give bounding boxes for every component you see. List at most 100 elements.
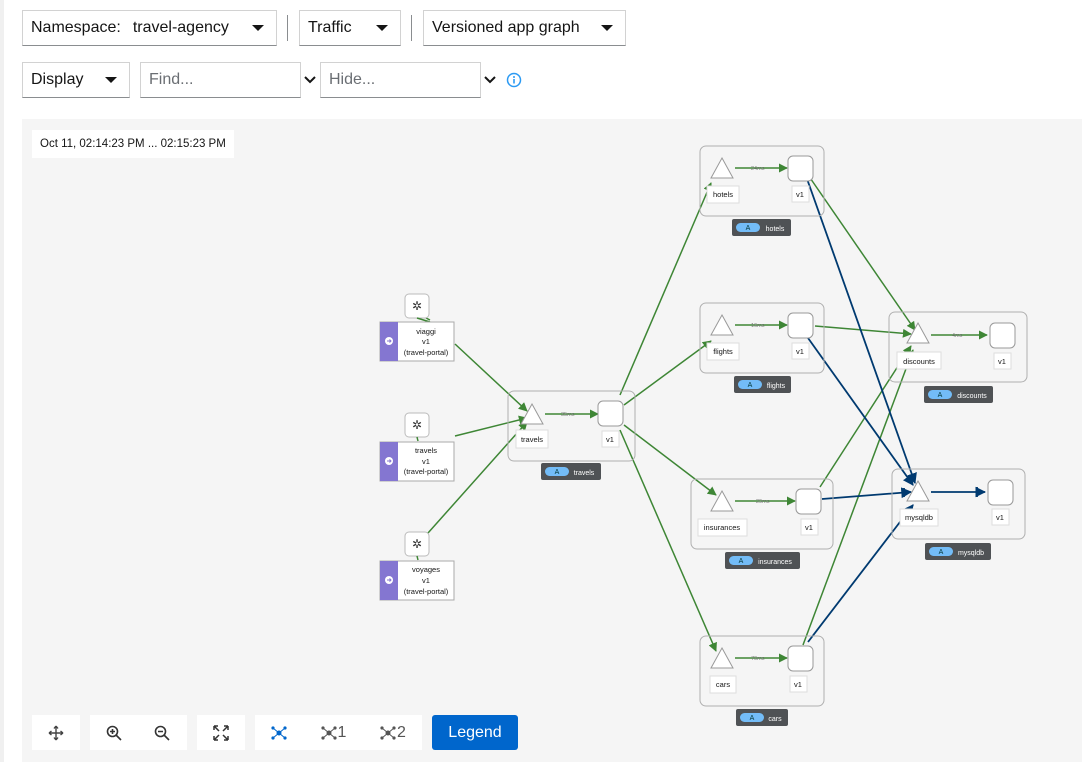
workload-square-icon — [787, 155, 814, 182]
edge-label-flights: 16ms — [751, 323, 765, 329]
edge-cars-mysqldb[interactable] — [807, 504, 914, 643]
tcp-edges — [805, 175, 987, 643]
layout-group: 1 2 — [255, 715, 422, 750]
portal-node-voyages[interactable]: voyages v1 (travel-portal) — [379, 560, 455, 601]
app-name: flights — [767, 383, 786, 390]
layout-1-button[interactable]: 1 — [303, 715, 363, 750]
app-badge: A — [739, 558, 744, 565]
fit-to-screen-button[interactable] — [197, 715, 245, 750]
portal-version: v1 — [422, 337, 430, 346]
edge-travels-flights[interactable] — [623, 340, 712, 406]
app-badge: A — [748, 382, 753, 389]
app-badge: A — [938, 392, 943, 399]
workload-square-icon — [795, 488, 822, 515]
service-graph[interactable]: 35ms 24ms 16ms 29ms 70ms 4ms ✲ ✲ ✲ viagg… — [0, 0, 1082, 762]
root-node-viaggi[interactable]: ✲ — [404, 293, 430, 319]
app-box-flights[interactable]: flights v1 A flights — [699, 302, 825, 393]
service-triangle-icon — [520, 402, 544, 425]
service-label: insurances — [704, 523, 741, 532]
edge-hotels-mysqldb[interactable] — [805, 175, 917, 485]
edge-viaggi-travels[interactable] — [454, 343, 528, 412]
zoom-in-icon — [106, 725, 122, 741]
app-badge: A — [746, 225, 751, 232]
root-node-travels[interactable]: ✲ — [404, 412, 430, 438]
move-icon — [32, 715, 80, 750]
version-label: v1 — [805, 523, 813, 532]
zoom-out-icon — [154, 725, 170, 741]
pan-button[interactable] — [32, 715, 80, 750]
zoom-in-button[interactable] — [90, 715, 138, 750]
edge-flights-discounts[interactable] — [814, 325, 912, 338]
edge-travels-insurances[interactable] — [623, 424, 717, 496]
app-box-discounts[interactable]: discounts v1 A discounts — [888, 311, 1028, 403]
zoom-group — [90, 715, 187, 750]
edge-travels-cars[interactable] — [619, 429, 717, 652]
portal-version: v1 — [422, 457, 430, 466]
edge-label-cars: 70ms — [751, 656, 765, 662]
portal-name: voyages — [412, 565, 440, 574]
workload-square-icon — [987, 479, 1014, 506]
service-triangle-icon — [906, 321, 930, 344]
app-name: mysqldb — [958, 550, 984, 557]
service-label: cars — [716, 680, 730, 689]
workload-square-icon — [787, 312, 814, 339]
workload-square-icon — [597, 400, 624, 427]
version-label: v1 — [794, 680, 802, 689]
edge-label-hotels: 24ms — [751, 166, 765, 172]
edge-label-travels: 35ms — [561, 412, 575, 418]
app-boxes: travels v1 A travels hotels v1 A hotels — [507, 145, 1028, 726]
legend-button[interactable]: Legend — [432, 715, 518, 750]
app-name: travels — [574, 470, 595, 477]
app-box-travels[interactable]: travels v1 A travels — [507, 390, 636, 480]
app-name: hotels — [766, 226, 785, 233]
app-box-hotels[interactable]: hotels v1 A hotels — [699, 145, 825, 236]
portal-sub: (travel-portal) — [404, 348, 449, 357]
portal-version: v1 — [422, 576, 430, 585]
service-label: hotels — [713, 190, 733, 199]
network-icon: ✲ — [412, 299, 422, 313]
version-label: v1 — [996, 513, 1004, 522]
portal-name: viaggi — [416, 327, 436, 336]
layout-2-button[interactable]: 2 — [363, 715, 422, 750]
edge-travels-hotels[interactable] — [619, 182, 712, 396]
service-triangle-icon — [710, 156, 734, 179]
version-label: v1 — [796, 190, 804, 199]
portal-node-viaggi[interactable]: viaggi v1 (travel-portal) — [379, 321, 455, 362]
service-triangle-icon — [710, 646, 734, 669]
edge-label-insurances: 29ms — [756, 499, 770, 505]
version-label: v1 — [998, 357, 1006, 366]
edge-viaggi-travels[interactable] — [425, 317, 431, 321]
zoom-out-button[interactable] — [138, 715, 186, 750]
version-label: v1 — [606, 435, 614, 444]
workload-square-icon — [989, 322, 1016, 349]
app-badge: A — [750, 715, 755, 722]
app-box-cars[interactable]: cars v1 A cars — [699, 635, 825, 726]
layout-2-label: 2 — [397, 723, 406, 741]
root-node-voyages[interactable]: ✲ — [404, 531, 430, 557]
service-label: travels — [521, 435, 543, 444]
graph-timestamp: Oct 11, 02:14:23 PM ... 02:15:23 PM — [32, 130, 234, 158]
layout-default-button[interactable] — [255, 715, 303, 750]
portal-sub: (travel-portal) — [404, 587, 449, 596]
app-name: insurances — [758, 559, 792, 566]
service-label: discounts — [903, 357, 935, 366]
edge-hotels-discounts[interactable] — [805, 171, 916, 331]
http-edges — [425, 163, 988, 663]
portal-node-travels[interactable]: travels v1 (travel-portal) — [379, 441, 455, 482]
app-badge: A — [555, 469, 560, 476]
portal-name: travels — [415, 446, 437, 455]
portal-sub: (travel-portal) — [404, 467, 449, 476]
edge-insurances-mysqldb[interactable] — [821, 487, 913, 500]
network-icon: ✲ — [412, 537, 422, 551]
topology-icon — [380, 725, 396, 740]
app-name: cars — [768, 716, 782, 723]
expand-icon — [213, 724, 229, 741]
topology-icon — [271, 725, 287, 740]
service-triangle-icon — [710, 313, 734, 336]
topology-icon — [320, 725, 337, 740]
app-badge: A — [939, 549, 944, 556]
service-label: mysqldb — [905, 513, 933, 522]
workload-square-icon — [787, 645, 814, 672]
network-icon: ✲ — [412, 418, 422, 432]
layout-1-label: 1 — [337, 723, 347, 741]
